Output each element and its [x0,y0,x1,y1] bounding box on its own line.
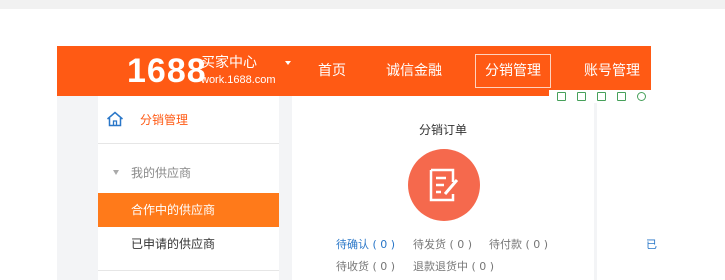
order-status-row: 待确认 ( 0 ) 待发货 ( 0 ) 待付款 ( 0 ) [292,238,594,252]
second-card: 已 [597,96,657,280]
settings-icon[interactable] [637,92,646,101]
sidebar-item-active-suppliers[interactable]: 合作中的供应商 [98,193,279,227]
sidebar-item-applied-suppliers[interactable]: 已申请的供应商 [98,227,279,261]
status-pending-ship[interactable]: 待发货 ( 0 ) [413,238,472,252]
dropdown-caret-icon[interactable] [285,61,291,65]
order-document-icon [429,168,459,202]
order-badge[interactable] [408,149,480,221]
status-refund-return[interactable]: 退款退货中 ( 0 ) [413,260,494,274]
card-title: 分销订单 [418,123,467,137]
home-icon [107,111,123,127]
sidebar-group-label: 我的供应商 [131,166,192,180]
nav-distribution-management[interactable]: 分销管理 [475,54,551,88]
distribution-orders-card: 分销订单 待确认 ( 0 ) 待发货 ( 0 ) 待付款 ( 0 ) 待收货 (… [292,96,594,280]
status-pending-receipt[interactable]: 待收货 ( 0 ) [336,260,395,274]
sidebar-header[interactable]: 分销管理 [98,96,279,142]
sidebar-divider [98,143,279,144]
status-pending-confirm[interactable]: 待确认 ( 0 ) [336,238,395,252]
sidebar-group-suppliers[interactable]: 我的供应商 [98,158,279,186]
sidebar-divider-bottom [98,270,279,271]
logo-domain: work.1688.com [201,74,276,86]
copy-icon[interactable] [557,92,566,101]
collapse-triangle-icon [113,170,119,175]
top-strip [0,0,725,9]
expand-icon[interactable] [577,92,586,101]
save-icon[interactable] [597,92,606,101]
nav-credit-finance[interactable]: 诚信金融 [386,46,442,96]
quick-toolbar [549,90,651,103]
nav-home[interactable]: 首页 [318,46,346,96]
sidebar: 分销管理 我的供应商 合作中的供应商 已申请的供应商 [98,96,279,280]
nav-account-management[interactable]: 账号管理 [584,46,640,96]
sidebar-header-label: 分销管理 [140,113,189,127]
order-status-row: 待收货 ( 0 ) 退款退货中 ( 0 ) [292,260,594,274]
top-navbar: 1688 买家中心 work.1688.com 首页 诚信金融 分销管理 账号管… [57,46,651,96]
logo-title[interactable]: 买家中心 [201,55,257,71]
second-card-text[interactable]: 已 [646,238,657,252]
logo-number[interactable]: 1688 [127,54,207,88]
export-icon[interactable] [617,92,626,101]
status-pending-payment[interactable]: 待付款 ( 0 ) [489,238,548,252]
